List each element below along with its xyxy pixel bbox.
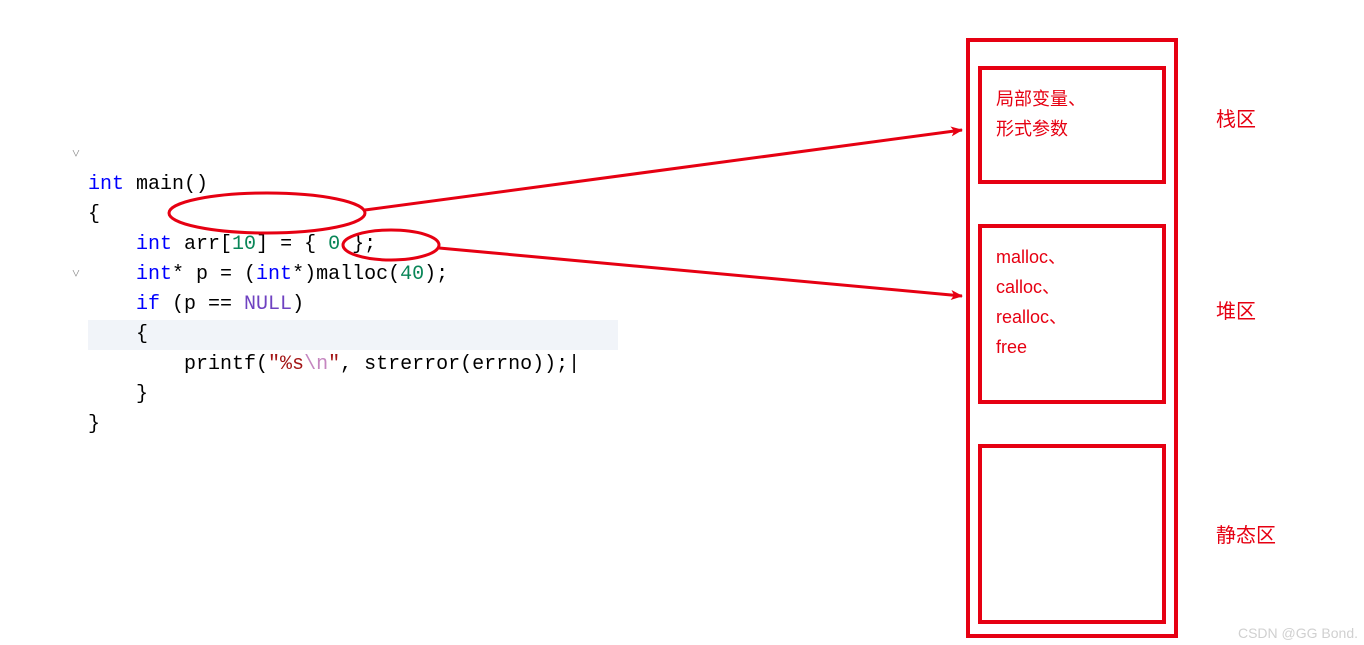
keyword: int bbox=[136, 233, 172, 256]
keyword: int bbox=[256, 263, 292, 286]
static-region-box bbox=[978, 444, 1166, 624]
static-label: 静态区 bbox=[1216, 524, 1276, 548]
code-line: printf("%s\n", strerror(errno));| bbox=[88, 353, 580, 376]
diagram-canvas: ˅ ˅ int main() { int arr[10] = { 0 }; in… bbox=[0, 0, 1364, 645]
code-line: } bbox=[88, 413, 100, 436]
code-line: } bbox=[88, 383, 148, 406]
keyword: int bbox=[88, 173, 124, 196]
watermark: CSDN @GG Bond. bbox=[1238, 625, 1358, 641]
code-line: { bbox=[88, 203, 100, 226]
code-block: int main() { int arr[10] = { 0 }; int* p… bbox=[88, 140, 580, 440]
keyword: int bbox=[136, 263, 172, 286]
stack-label: 栈区 bbox=[1216, 108, 1256, 132]
stack-box-text: 局部变量、 形式参数 bbox=[996, 84, 1152, 144]
heap-box-text: malloc、 calloc、 realloc、 free bbox=[996, 242, 1152, 362]
code-line: int main() bbox=[88, 173, 208, 196]
code-line: int* p = (int*)malloc(40); bbox=[88, 263, 448, 286]
fold-chevron-icon: ˅ bbox=[72, 266, 80, 283]
stack-region-box: 局部变量、 形式参数 bbox=[978, 66, 1166, 184]
code-line: if (p == NULL) bbox=[88, 293, 304, 316]
fold-chevron-icon: ˅ bbox=[72, 146, 80, 163]
keyword: if bbox=[136, 293, 160, 316]
code-line: int arr[10] = { 0 }; bbox=[88, 233, 376, 256]
heap-region-box: malloc、 calloc、 realloc、 free bbox=[978, 224, 1166, 404]
code-line: { bbox=[88, 323, 148, 346]
heap-label: 堆区 bbox=[1216, 300, 1256, 324]
